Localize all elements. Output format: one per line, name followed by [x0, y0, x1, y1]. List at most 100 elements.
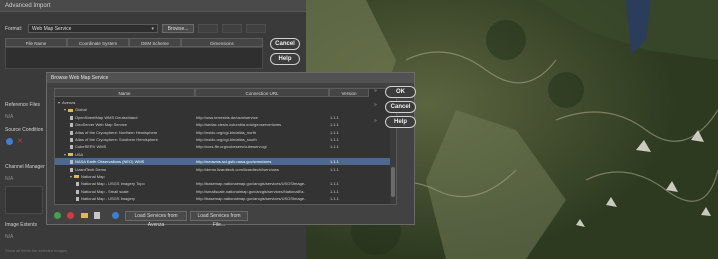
load-from-avenza-button[interactable]: Load Services from Avenza [125, 211, 187, 228]
column-connection-url[interactable]: Connection URL [195, 88, 329, 97]
service-icon [70, 160, 73, 165]
add-icon[interactable] [54, 212, 61, 219]
service-name: USA [64, 151, 194, 158]
folder-icon [68, 108, 73, 112]
service-url: http://ows.terrestris.de/osm/service [196, 114, 258, 120]
dialog-help-button[interactable]: Help [385, 116, 416, 128]
status-hint: Show all fields the selected images [5, 248, 68, 253]
folder-icon [68, 153, 73, 157]
ok-button[interactable]: OK [385, 86, 416, 98]
expand-arrow-icon[interactable] [64, 153, 66, 156]
expand-arrow-icon[interactable] [58, 101, 60, 104]
service-icon [76, 197, 79, 202]
scrollbar-track[interactable] [390, 97, 396, 204]
service-icon [76, 182, 79, 187]
service-icon [70, 130, 73, 135]
service-name-text: OpenStreetMap WMS Deutschland [75, 114, 138, 120]
arrow-icon: » [374, 118, 377, 124]
service-name: OpenStreetMap WMS Deutschland [70, 114, 194, 121]
service-name-text: National Map - USGS Imagery [81, 196, 136, 202]
service-url: http://basemap.nationalmap.gov/arcgis/se… [196, 196, 306, 202]
help-button[interactable]: Help [270, 53, 300, 65]
load-from-file-button[interactable]: Load Services from File... [190, 211, 248, 228]
service-version: 1.1.1 [330, 137, 339, 142]
service-row[interactable]: Atlas of the Cryosphere: Southern Hemisp… [55, 136, 396, 143]
service-name: Global [64, 106, 194, 113]
service-url: http://nsidc.org/cgi-bin/atlas_south [196, 137, 257, 142]
service-icon [70, 115, 73, 120]
remove-icon[interactable]: ✕ [17, 137, 23, 145]
column-dem-scheme[interactable]: DEM Scheme [129, 38, 181, 47]
service-row[interactable]: National Map - Small scale http://smallsc… [55, 188, 396, 195]
service-url: http://demo.lizardtech.com/lizardtech/is… [196, 166, 279, 172]
service-icon [70, 137, 73, 142]
image-extents-value: N/A [5, 234, 14, 240]
service-row[interactable]: OpenStreetMap WMS Deutschland http://ows.… [55, 114, 396, 121]
service-name-text: LizardTech Demo [75, 166, 107, 172]
folder-icon[interactable] [81, 213, 88, 218]
dialog-cancel-button[interactable]: Cancel [385, 101, 416, 113]
service-name: NASA Earth Observations (NEO) WMS [70, 158, 194, 165]
folder-row[interactable]: USA [55, 151, 396, 158]
window-title: Advanced Import [0, 0, 306, 12]
column-file-name[interactable]: File Name [5, 38, 67, 47]
browse-button[interactable]: Browse... [162, 24, 194, 33]
service-name: National Map - USGS Imagery [76, 195, 194, 202]
service-row[interactable]: Atlas of the Cryosphere: Northern Hemisp… [55, 129, 396, 136]
service-url: http://ccrs-ffe.org/cubeserv/cubeserv.cg… [196, 144, 267, 150]
channel-manager-label: Channel Manager [5, 164, 45, 170]
info-icon[interactable] [6, 138, 13, 145]
service-name: CubeSERV WMS [70, 143, 194, 150]
service-name-text: National Map - USGS Imagery Topo [81, 181, 145, 187]
service-version: 1.1.1 [330, 122, 339, 128]
service-name: National Map - USGS Imagery Topo [76, 180, 194, 187]
column-coordinate-system[interactable]: Coordinate System [67, 38, 129, 47]
service-name: Avenza [58, 99, 194, 106]
service-row[interactable]: GeoServer Web Map Service http://sedac.ci… [55, 121, 396, 128]
service-tree[interactable]: Avenza Global OpenStreetMap WMS Deutschlan… [54, 88, 397, 205]
browse-web-map-service-dialog: Browse Web Map Service Name Connection U… [46, 72, 415, 228]
expand-arrow-icon[interactable] [64, 109, 66, 112]
service-name-text: NASA Earth Observations (NEO) WMS [75, 159, 145, 165]
expand-arrow-icon[interactable] [70, 175, 72, 178]
service-row[interactable]: LizardTech Demo http://demo.lizardtech.co… [55, 166, 396, 173]
column-name[interactable]: Name [54, 88, 195, 97]
column-version[interactable]: Version [329, 88, 369, 97]
service-name: Atlas of the Cryosphere: Northern Hemisp… [70, 129, 194, 136]
service-row[interactable]: NASA Earth Observations (NEO) WMS http://… [55, 158, 396, 166]
service-url: http://sedac.ciesin.columbia.edu/geoserv… [196, 122, 282, 128]
source-condition-label: Source Condition [5, 127, 44, 133]
reference-files-label: Reference Files [5, 102, 41, 108]
service-name: Atlas of the Cryosphere: Southern Hemisp… [70, 136, 194, 143]
service-name-text: GeoServer Web Map Service [75, 122, 127, 128]
service-version: 1.1.1 [330, 114, 339, 120]
column-dimensions[interactable]: Dimensions [181, 38, 263, 47]
toolbar-button-3 [246, 24, 266, 33]
info-icon[interactable] [112, 212, 119, 219]
service-row[interactable]: CubeSERV WMS http://ccrs-ffe.org/cubeserv… [55, 143, 396, 150]
arrow-icon: » [374, 102, 377, 108]
service-name-text: Global [75, 107, 87, 113]
channel-list [5, 186, 43, 214]
remove-icon[interactable] [67, 212, 74, 219]
service-name: LizardTech Demo [70, 166, 194, 173]
service-row[interactable]: National Map - USGS Imagery Topo http://b… [55, 180, 396, 187]
service-version: 1.1.1 [330, 144, 339, 150]
service-version: 1.1.1 [330, 129, 339, 135]
toolbar-button-1 [198, 24, 218, 33]
folder-row[interactable]: National Map [55, 173, 396, 180]
cancel-button[interactable]: Cancel [270, 38, 300, 50]
service-name: GeoServer Web Map Service [70, 121, 194, 128]
scrollbar-thumb[interactable] [391, 167, 395, 197]
edit-icon[interactable] [94, 212, 100, 219]
toolbar-button-2 [222, 24, 242, 33]
service-row[interactable]: National Map - USGS Imagery http://basema… [55, 195, 396, 202]
folder-row[interactable]: Global [55, 106, 396, 113]
service-url: http://nsidc.org/cgi-bin/atlas_north [196, 129, 257, 135]
image-extents-label: Image Extents [5, 222, 37, 228]
service-url: http://smallscale.nationalmap.gov/arcgis… [196, 188, 306, 194]
chevron-down-icon: ▾ [151, 26, 154, 32]
format-select[interactable]: Web Map Service ▾ [28, 24, 158, 33]
service-name: National Map [70, 173, 194, 180]
folder-row[interactable]: Avenza [55, 99, 396, 106]
